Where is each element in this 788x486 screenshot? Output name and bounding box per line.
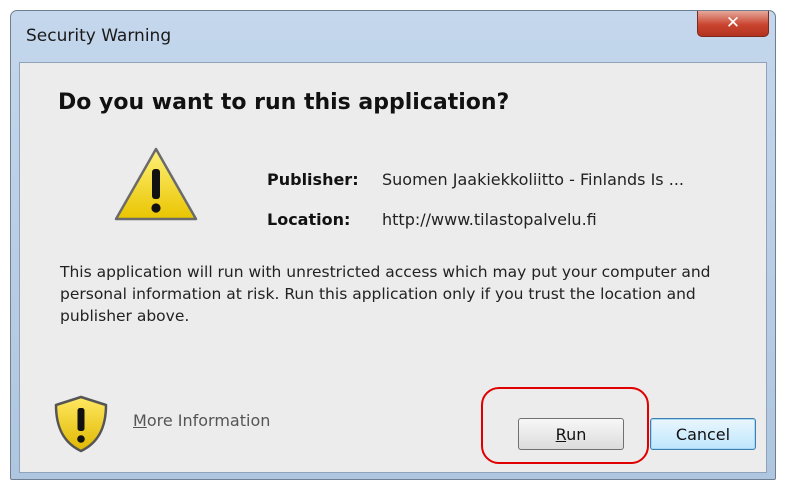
- title-bar[interactable]: Security Warning ✕: [11, 11, 775, 61]
- location-label: Location:: [267, 210, 351, 229]
- more-information-link[interactable]: More Information: [133, 411, 270, 430]
- dialog-footer: More Information Run Cancel: [20, 381, 766, 474]
- cancel-button[interactable]: Cancel: [650, 418, 756, 450]
- security-warning-dialog: Security Warning ✕ Do you want to run th…: [10, 10, 776, 480]
- close-icon: ✕: [725, 13, 741, 33]
- publisher-label: Publisher:: [267, 170, 359, 189]
- window-title: Security Warning: [26, 26, 172, 46]
- run-label: un: [566, 424, 587, 444]
- more-info-accelerator: M: [133, 411, 147, 430]
- publisher-value: Suomen Jaakiekkoliitto - Finlands Is ...: [382, 170, 684, 189]
- warning-triangle-icon: [114, 147, 198, 221]
- security-shield-icon: [54, 395, 108, 453]
- warning-message: This application will run with unrestric…: [60, 263, 711, 325]
- run-button[interactable]: Run: [518, 418, 624, 450]
- dialog-heading: Do you want to run this application?: [58, 90, 510, 115]
- close-button[interactable]: ✕: [697, 11, 769, 37]
- run-accelerator: R: [555, 424, 567, 444]
- location-value: http://www.tilastopalvelu.fi: [382, 210, 597, 229]
- dialog-content: Do you want to run this application? Pub…: [19, 62, 767, 473]
- more-info-label: ore Information: [146, 411, 271, 430]
